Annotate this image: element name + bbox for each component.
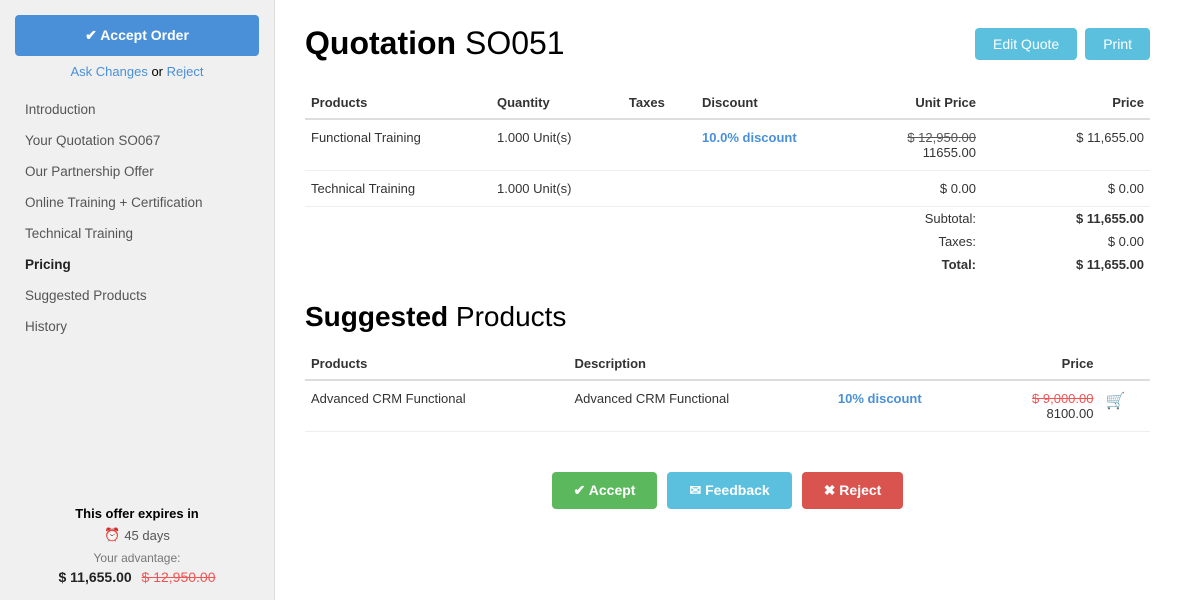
- sugg-price-new: 8100.00: [989, 406, 1093, 421]
- header-buttons: Edit Quote Print: [975, 28, 1150, 60]
- table-row: Advanced CRM Functional Advanced CRM Fun…: [305, 380, 1150, 432]
- sidebar-item-pricing[interactable]: Pricing: [0, 249, 274, 280]
- cart-icon[interactable]: 🛒: [1105, 393, 1125, 410]
- product-name: Functional Training: [305, 119, 491, 171]
- clock-icon: ⏰: [104, 527, 120, 543]
- sugg-description: Advanced CRM Functional: [568, 380, 831, 432]
- sidebar-change-reject-links: Ask Changes or Reject: [0, 64, 274, 79]
- sugg-price-old: $ 9,000.00: [1032, 391, 1093, 406]
- sidebar-navigation: Introduction Your Quotation SO067 Our Pa…: [0, 94, 274, 342]
- product-name: Technical Training: [305, 171, 491, 207]
- col-quantity: Quantity: [491, 87, 623, 119]
- sugg-cart-action[interactable]: 🛒: [1099, 380, 1150, 432]
- accept-button[interactable]: ✔ Accept: [552, 472, 658, 509]
- old-price: $ 12,950.00: [142, 569, 216, 585]
- sidebar-item-introduction[interactable]: Introduction: [0, 94, 274, 125]
- col-price: Price: [982, 87, 1150, 119]
- advantage-label: Your advantage:: [20, 551, 254, 565]
- subtotal-label: Subtotal:: [859, 207, 982, 231]
- col-products: Products: [305, 87, 491, 119]
- sidebar-item-suggested-products[interactable]: Suggested Products: [0, 280, 274, 311]
- ask-changes-link[interactable]: Ask Changes: [71, 64, 148, 79]
- price-value: $ 11,655.00: [982, 119, 1150, 171]
- taxes-value: $ 0.00: [982, 230, 1150, 253]
- sidebar-item-partnership[interactable]: Our Partnership Offer: [0, 156, 274, 187]
- reject-button[interactable]: ✖ Reject: [802, 472, 904, 509]
- reject-link[interactable]: Reject: [167, 64, 204, 79]
- sugg-col-discount: [832, 348, 983, 380]
- pricing-table: Products Quantity Taxes Discount Unit Pr…: [305, 87, 1150, 276]
- sidebar-item-online-training[interactable]: Online Training + Certification: [0, 187, 274, 218]
- taxes-row: Taxes: $ 0.00: [305, 230, 1150, 253]
- page-header: Quotation SO051 Edit Quote Print: [305, 25, 1150, 62]
- taxes-value: [623, 119, 696, 171]
- accept-order-button[interactable]: ✔ Accept Order: [15, 15, 259, 56]
- prices-display: $ 11,655.00 $ 12,950.00: [20, 569, 254, 585]
- sugg-price: $ 9,000.00 8100.00: [983, 380, 1099, 432]
- unit-price-value: $ 0.00: [859, 171, 982, 207]
- sugg-col-description: Description: [568, 348, 831, 380]
- price-value: $ 0.00: [982, 171, 1150, 207]
- total-label: Total:: [859, 253, 982, 276]
- table-row: Technical Training 1.000 Unit(s) $ 0.00 …: [305, 171, 1150, 207]
- unit-price-value: $ 12,950.00 11655.00: [859, 119, 982, 171]
- col-unit-price: Unit Price: [859, 87, 982, 119]
- current-price: $ 11,655.00: [58, 569, 131, 585]
- discount-value: [696, 171, 859, 207]
- print-button[interactable]: Print: [1085, 28, 1150, 60]
- main-content: Quotation SO051 Edit Quote Print Product…: [275, 0, 1180, 600]
- table-row: Functional Training 1.000 Unit(s) 10.0% …: [305, 119, 1150, 171]
- total-row: Total: $ 11,655.00: [305, 253, 1150, 276]
- col-discount: Discount: [696, 87, 859, 119]
- col-taxes: Taxes: [623, 87, 696, 119]
- feedback-button[interactable]: ✉ Feedback: [667, 472, 791, 509]
- unit-price-strikethrough: $ 12,950.00: [907, 130, 976, 145]
- subtotal-section: Subtotal: $ 11,655.00 Taxes: $ 0.00 Tota…: [305, 207, 1150, 277]
- expiry-days: ⏰ 45 days: [20, 527, 254, 543]
- sidebar-item-history[interactable]: History: [0, 311, 274, 342]
- sidebar-item-quotation[interactable]: Your Quotation SO067: [0, 125, 274, 156]
- unit-price-sub: 11655.00: [923, 145, 976, 160]
- subtotal-row: Subtotal: $ 11,655.00: [305, 207, 1150, 231]
- sugg-col-action: [1099, 348, 1150, 380]
- discount-link[interactable]: 10.0% discount: [702, 130, 797, 145]
- edit-quote-button[interactable]: Edit Quote: [975, 28, 1077, 60]
- discount-value: 10.0% discount: [696, 119, 859, 171]
- sidebar-item-technical-training[interactable]: Technical Training: [0, 218, 274, 249]
- taxes-value: [623, 171, 696, 207]
- subtotal-value: $ 11,655.00: [982, 207, 1150, 231]
- expiry-title: This offer expires in: [20, 506, 254, 521]
- sidebar: ✔ Accept Order Ask Changes or Reject Int…: [0, 0, 275, 600]
- suggested-products-table: Products Description Price Advanced CRM …: [305, 348, 1150, 432]
- expiry-box: This offer expires in ⏰ 45 days Your adv…: [0, 491, 274, 600]
- sugg-product-name: Advanced CRM Functional: [305, 380, 568, 432]
- sugg-col-products: Products: [305, 348, 568, 380]
- quantity-value: 1.000 Unit(s): [491, 119, 623, 171]
- sugg-col-price: Price: [983, 348, 1099, 380]
- taxes-label: Taxes:: [859, 230, 982, 253]
- or-text: or: [148, 64, 167, 79]
- bottom-actions: ✔ Accept ✉ Feedback ✖ Reject: [305, 452, 1150, 519]
- quantity-value: 1.000 Unit(s): [491, 171, 623, 207]
- sugg-discount: 10% discount: [832, 380, 983, 432]
- page-title: Quotation SO051: [305, 25, 565, 62]
- total-value: $ 11,655.00: [982, 253, 1150, 276]
- suggested-products-title: Suggested Products: [305, 301, 1150, 333]
